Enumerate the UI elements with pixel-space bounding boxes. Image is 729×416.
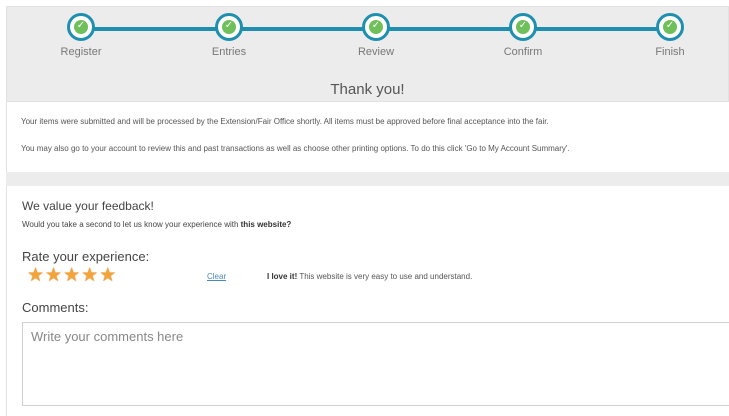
star-icon[interactable]: ★ xyxy=(63,266,80,286)
step-finish: ✓ Finish xyxy=(620,7,720,58)
feedback-title: We value your feedback! xyxy=(22,199,154,213)
step-review: ✓ Review xyxy=(326,7,426,58)
progress-panel: ✓ Register ✓ Entries ✓ Review ✓ Confirm … xyxy=(6,6,729,102)
star-rating[interactable]: ★ ★ ★ ★ ★ xyxy=(27,266,116,286)
step-label: Review xyxy=(357,46,395,58)
rating-description: I love it! This website is very easy to … xyxy=(267,272,472,281)
rate-title: Rate your experience: xyxy=(22,249,150,264)
feedback-question-bold: this website? xyxy=(240,220,292,229)
comments-title: Comments: xyxy=(22,300,89,315)
step-circle: ✓ xyxy=(509,13,537,41)
feedback-question: Would you take a second to let us know y… xyxy=(22,220,291,229)
feedback-question-text: Would you take a second to let us know y… xyxy=(22,220,241,229)
submitted-message: Your items were submitted and will be pr… xyxy=(21,117,549,126)
account-message: You may also go to your account to revie… xyxy=(21,144,570,153)
check-icon: ✓ xyxy=(76,20,86,31)
rating-description-bold: I love it! xyxy=(267,272,298,281)
star-icon[interactable]: ★ xyxy=(81,266,98,286)
clear-rating-link[interactable]: Clear xyxy=(207,272,226,281)
step-circle: ✓ xyxy=(67,13,95,41)
check-icon: ✓ xyxy=(518,20,528,31)
section-divider xyxy=(6,172,729,186)
check-icon: ✓ xyxy=(371,20,381,31)
rating-description-text: This website is very easy to use and und… xyxy=(297,272,473,281)
feedback-panel: We value your feedback! Would you take a… xyxy=(6,186,729,416)
check-icon: ✓ xyxy=(665,20,675,31)
step-register: ✓ Register xyxy=(31,7,131,58)
star-icon[interactable]: ★ xyxy=(27,266,44,286)
step-label: Entries xyxy=(211,46,247,58)
check-icon: ✓ xyxy=(224,20,234,31)
step-circle: ✓ xyxy=(362,13,390,41)
step-label: Finish xyxy=(655,46,685,58)
step-confirm: ✓ Confirm xyxy=(473,7,573,58)
step-label: Confirm xyxy=(503,46,543,58)
star-icon[interactable]: ★ xyxy=(45,266,62,286)
step-entries: ✓ Entries xyxy=(179,7,279,58)
step-circle: ✓ xyxy=(215,13,243,41)
step-label: Register xyxy=(60,46,102,58)
page-title: Thank you! xyxy=(330,81,405,98)
step-circle: ✓ xyxy=(656,13,684,41)
comments-field[interactable] xyxy=(22,322,729,406)
star-icon[interactable]: ★ xyxy=(99,266,116,286)
